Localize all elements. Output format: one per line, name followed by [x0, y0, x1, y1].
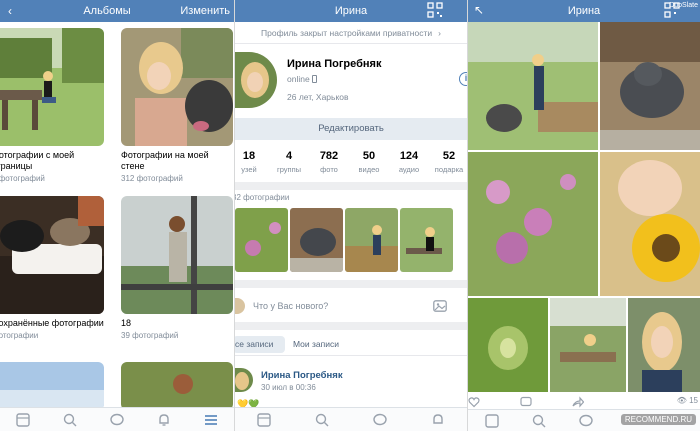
- views-count: 👁 15: [676, 396, 698, 405]
- photo-thumb[interactable]: [235, 208, 288, 272]
- profile-panel: Ирина Профиль закрыт настройками приватн…: [234, 0, 467, 431]
- counter-audio[interactable]: 124 аудио: [391, 150, 427, 180]
- info-icon[interactable]: i: [459, 72, 467, 86]
- photo-tile[interactable]: [468, 298, 548, 392]
- album-cover: [0, 362, 104, 410]
- album-card-5[interactable]: [0, 362, 104, 410]
- photo-tile[interactable]: [468, 22, 598, 150]
- album-cover: [121, 362, 233, 410]
- share-icon[interactable]: [572, 395, 585, 408]
- album-name: Фотографии на моей стене: [121, 150, 209, 171]
- photo-tile[interactable]: [600, 152, 700, 296]
- wall-tabs: се записи Мои записи: [235, 332, 467, 356]
- avatar: [235, 298, 245, 314]
- divider: [235, 322, 467, 330]
- divider: [235, 280, 467, 288]
- album-count: фотографии: [0, 331, 39, 340]
- album-card-profile[interactable]: Фотографии с моейстраницы 7 фотографий: [0, 28, 104, 183]
- photo-tile[interactable]: [628, 298, 700, 392]
- watermark: RECOMMEND.RU: [620, 414, 696, 425]
- albums-panel: ‹ Альбомы Изменить Фотографии с моей ран…: [0, 0, 234, 431]
- screenshot-collage: ‹ Альбомы Изменить Фотографии с моей ран…: [0, 0, 700, 431]
- tab-all-posts[interactable]: се записи: [235, 336, 285, 353]
- photo-tile[interactable]: [600, 22, 700, 150]
- search-tab-icon[interactable]: [314, 412, 330, 428]
- album-cover: [0, 196, 104, 314]
- privacy-notice[interactable]: Профиль закрыт настройками приватности ›: [235, 22, 467, 44]
- whats-new-input[interactable]: Что у Вас нового?: [253, 301, 328, 311]
- photo-tile[interactable]: [550, 298, 626, 392]
- album-count: 312 фотографий: [121, 174, 183, 183]
- counter-groups[interactable]: 4 группы: [271, 150, 307, 180]
- qr-code-icon[interactable]: [427, 2, 443, 18]
- phone-icon: [312, 75, 318, 83]
- photo-attach-icon[interactable]: [433, 299, 447, 312]
- photos-section-header[interactable]: 32 фотографии: [235, 193, 289, 202]
- edit-profile-button[interactable]: Редактировать: [235, 118, 467, 140]
- profile-counters: 18 узей 4 группы 782 фото 50 видео 124 аудио …: [235, 150, 467, 180]
- news-tab-icon[interactable]: [15, 412, 31, 428]
- photo-thumb[interactable]: [290, 208, 343, 272]
- album-name: Сохранённые фотографии: [0, 318, 104, 328]
- like-icon[interactable]: [468, 395, 480, 408]
- album-cover: [0, 28, 104, 146]
- age-city: 26 лет, Харьков: [287, 92, 349, 102]
- album-count: 7 фотографий: [0, 174, 45, 183]
- counter-videos[interactable]: 50 видео: [351, 150, 387, 180]
- whats-new-box[interactable]: Что у Вас нового?: [235, 290, 467, 322]
- profile-header: Ирина: [235, 0, 467, 22]
- news-tab-icon[interactable]: [484, 413, 500, 429]
- album-name: 18: [121, 318, 132, 328]
- album-cover: [121, 196, 233, 314]
- album-card-wall[interactable]: Фотографии на моей стене 312 фотографий: [121, 28, 233, 183]
- bottom-tabbar: [235, 407, 467, 431]
- messages-tab-icon[interactable]: [109, 412, 125, 428]
- photos-panel: ↖ Ирина DuoSlate 👁 15 RECOMMEND.RU: [467, 0, 700, 431]
- messages-tab-icon[interactable]: [372, 412, 388, 428]
- photos-header: ↖ Ирина DuoSlate: [468, 0, 700, 22]
- bottom-tabbar: [0, 407, 234, 431]
- counter-friends[interactable]: 18 узей: [235, 150, 267, 180]
- online-status: online: [287, 74, 318, 84]
- search-tab-icon[interactable]: [531, 413, 547, 429]
- album-count: 39 фотографий: [121, 331, 179, 340]
- notifications-tab-icon[interactable]: [430, 412, 446, 428]
- albums-header: ‹ Альбомы Изменить: [0, 0, 234, 22]
- messages-tab-icon[interactable]: [578, 413, 594, 429]
- notifications-tab-icon[interactable]: [156, 412, 172, 428]
- photo-tile[interactable]: [468, 152, 598, 296]
- photo-thumb[interactable]: [345, 208, 398, 272]
- news-tab-icon[interactable]: [256, 412, 272, 428]
- album-card-saved[interactable]: Сохранённые фотографии фотографии: [0, 196, 104, 340]
- menu-tab-icon[interactable]: [203, 412, 219, 428]
- post-author[interactable]: Ирина Погребняк: [261, 370, 343, 381]
- post-date: 30 июл в 00:36: [261, 383, 316, 392]
- avatar[interactable]: [235, 52, 277, 108]
- photo-actions: 👁 15: [468, 395, 700, 408]
- album-name: Фотографии с моейстраницы: [0, 150, 75, 171]
- edit-albums-button[interactable]: Изменить: [180, 5, 230, 17]
- album-card-18[interactable]: 18 39 фотографий: [121, 196, 233, 340]
- album-card-6[interactable]: [121, 362, 233, 410]
- album-cover: [121, 28, 233, 146]
- tab-my-posts[interactable]: Мои записи: [293, 336, 339, 353]
- counter-photos[interactable]: 782 фото: [311, 150, 347, 180]
- counter-gifts[interactable]: 52 подарка: [431, 150, 467, 180]
- avatar[interactable]: [235, 368, 253, 392]
- corner-label: DuoSlate: [669, 2, 698, 9]
- user-name: Ирина Погребняк: [287, 58, 382, 70]
- search-tab-icon[interactable]: [62, 412, 78, 428]
- photo-thumb[interactable]: [400, 208, 453, 272]
- photos-strip: [235, 208, 467, 272]
- comment-icon[interactable]: [520, 395, 532, 407]
- divider: [235, 182, 467, 190]
